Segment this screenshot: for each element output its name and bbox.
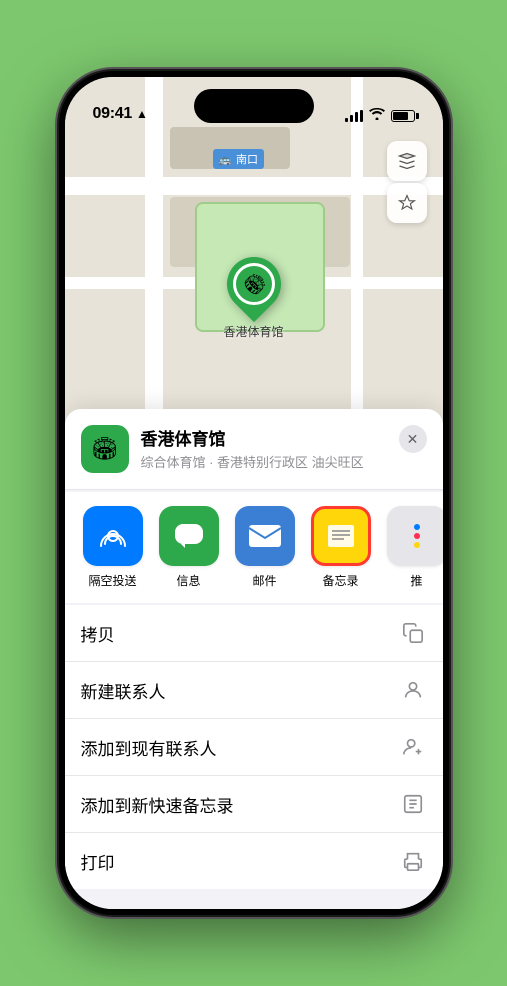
action-copy[interactable]: 拷贝 [65, 605, 443, 662]
location-info: 香港体育馆 综合体育馆 · 香港特别行政区 油尖旺区 [141, 425, 387, 471]
location-subtitle: 综合体育馆 · 香港特别行政区 油尖旺区 [141, 452, 387, 471]
phone-screen: 09:41 ▲ [65, 77, 443, 909]
map-label: 🚌 南口 [213, 149, 265, 169]
map-marker-container: 🏟 香港体育馆 [223, 257, 283, 340]
battery-icon [391, 110, 415, 122]
phone-frame: 09:41 ▲ [59, 71, 449, 915]
print-label: 打印 [81, 849, 115, 874]
more-icon [387, 506, 443, 566]
bottom-sheet: 🏟 香港体育馆 综合体育馆 · 香港特别行政区 油尖旺区 ✕ [65, 409, 443, 909]
status-icons [345, 108, 415, 123]
map-marker: 🏟 [226, 257, 280, 319]
action-add-existing[interactable]: 添加到现有联系人 [65, 719, 443, 776]
add-note-label: 添加到新快速备忘录 [81, 792, 234, 817]
dynamic-island [194, 89, 314, 123]
location-header: 🏟 香港体育馆 综合体育馆 · 香港特别行政区 油尖旺区 ✕ [65, 409, 443, 490]
close-button[interactable]: ✕ [399, 425, 427, 453]
share-notes[interactable]: 备忘录 [309, 506, 373, 589]
notes-icon [311, 506, 371, 566]
map-marker-label: 香港体育馆 [223, 323, 283, 340]
copy-label: 拷贝 [81, 621, 115, 646]
location-arrow-icon: ▲ [136, 107, 148, 121]
more-label: 推 [410, 572, 422, 589]
messages-label: 信息 [176, 572, 200, 589]
add-contact-label: 新建联系人 [81, 678, 166, 703]
mail-icon [235, 506, 295, 566]
map-location-button[interactable] [387, 183, 427, 223]
messages-icon [159, 506, 219, 566]
share-row: 隔空投送 信息 [65, 492, 443, 603]
map-layers-button[interactable] [387, 141, 427, 181]
print-icon [399, 847, 427, 875]
action-add-contact[interactable]: 新建联系人 [65, 662, 443, 719]
share-mail[interactable]: 邮件 [233, 506, 297, 589]
wifi-icon [369, 108, 385, 123]
add-note-icon [399, 790, 427, 818]
location-name: 香港体育馆 [141, 425, 387, 450]
status-time: 09:41 [93, 105, 132, 123]
notes-label: 备忘录 [322, 572, 358, 589]
share-messages[interactable]: 信息 [157, 506, 221, 589]
map-marker-pin: 🏟 [215, 246, 291, 322]
airdrop-icon [83, 506, 143, 566]
share-more[interactable]: 推 [385, 506, 443, 589]
action-add-note[interactable]: 添加到新快速备忘录 [65, 776, 443, 833]
add-existing-label: 添加到现有联系人 [81, 735, 217, 760]
airdrop-label: 隔空投送 [88, 572, 136, 589]
add-existing-contact-icon [399, 733, 427, 761]
map-controls [387, 141, 427, 223]
share-airdrop[interactable]: 隔空投送 [81, 506, 145, 589]
location-venue-icon: 🏟 [81, 425, 129, 473]
map-marker-inner: 🏟 [232, 263, 274, 305]
action-list: 拷贝 新建联系人 [65, 605, 443, 889]
add-contact-icon [399, 676, 427, 704]
mail-label: 邮件 [252, 572, 276, 589]
action-print[interactable]: 打印 [65, 833, 443, 889]
signal-strength-icon [345, 110, 363, 122]
copy-icon [399, 619, 427, 647]
